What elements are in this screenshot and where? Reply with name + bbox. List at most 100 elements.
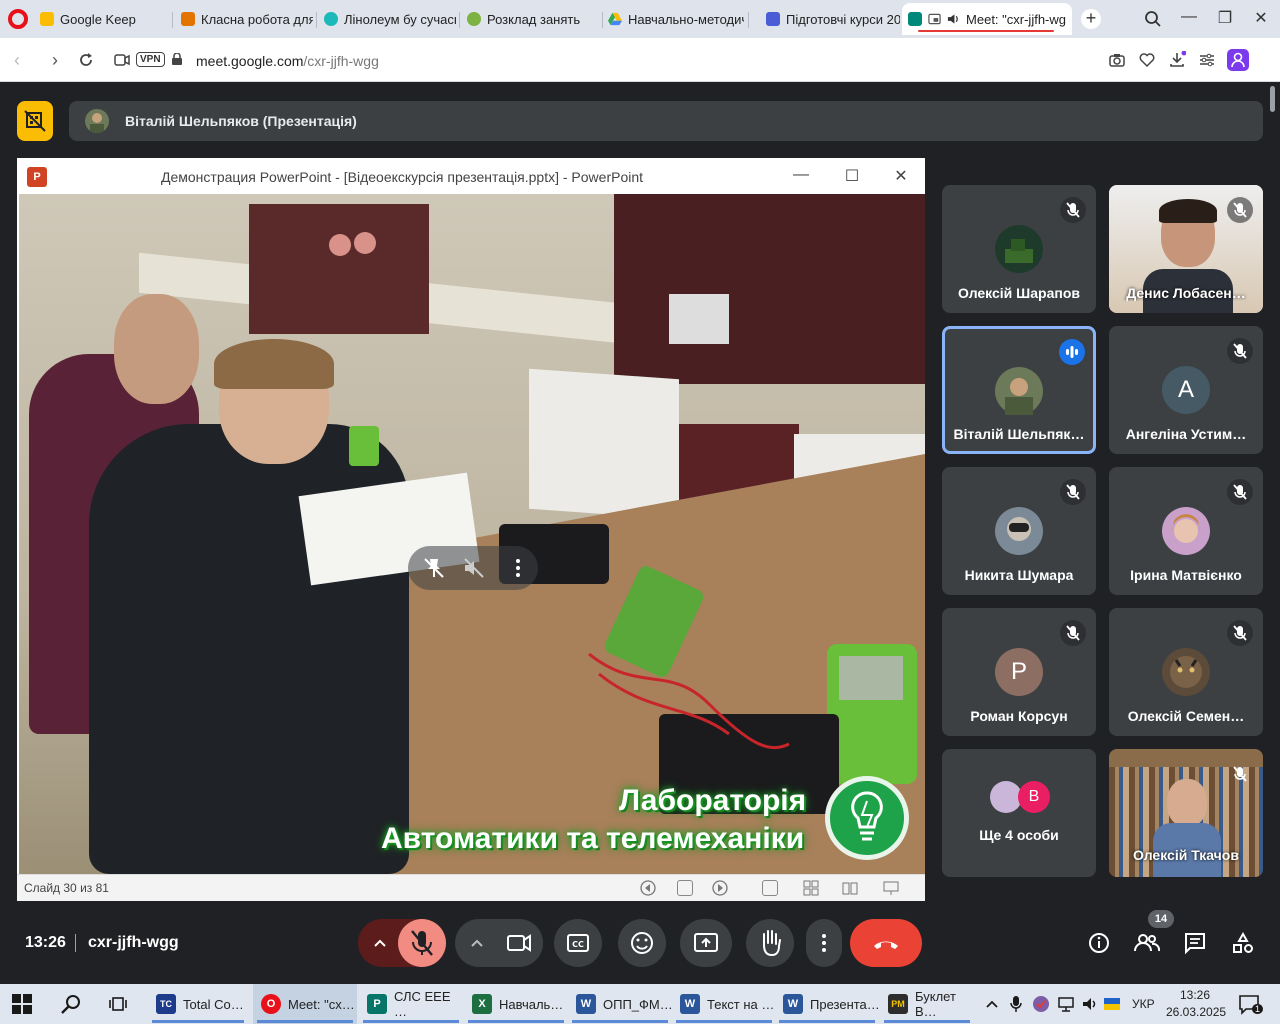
volume-icon[interactable] bbox=[1081, 995, 1099, 1013]
leave-call-button[interactable] bbox=[850, 919, 922, 967]
search-icon[interactable] bbox=[60, 993, 82, 1015]
network-icon[interactable] bbox=[1057, 995, 1075, 1013]
participant-name: Роман Корсун bbox=[970, 708, 1068, 724]
microphone-tray-icon[interactable] bbox=[1009, 995, 1023, 1013]
taskbar-item-word-opp[interactable]: W ОПП_ФМ… bbox=[568, 984, 673, 1024]
taskbar-item-publisher[interactable]: P СЛС ЕЕЕ … bbox=[359, 984, 463, 1024]
previous-slide-icon[interactable] bbox=[640, 880, 656, 896]
normal-view-icon[interactable] bbox=[762, 880, 778, 896]
browser-scrollbar[interactable] bbox=[1270, 86, 1275, 112]
present-now-button[interactable] bbox=[680, 919, 732, 967]
browser-tab-strip: Google Keep Класна робота для к Лінолеум… bbox=[0, 0, 1280, 38]
activities-icon[interactable] bbox=[1231, 931, 1255, 955]
reload-icon[interactable] bbox=[77, 51, 95, 69]
participant-tile[interactable]: А Ангеліна Устим… bbox=[1109, 326, 1263, 454]
tab-rozklad[interactable]: Розклад занять bbox=[461, 6, 599, 32]
next-slide-icon[interactable] bbox=[712, 880, 728, 896]
clock-time[interactable]: 13:26 bbox=[1180, 988, 1210, 1002]
participant-tile[interactable]: Олексій Семен… bbox=[1109, 608, 1263, 736]
close-window-button[interactable]: ✕ bbox=[1250, 8, 1272, 28]
lab-lamp bbox=[329, 234, 351, 256]
taskbar-item-label: Total Co… bbox=[183, 996, 244, 1012]
stop-presenting-tile-button[interactable] bbox=[17, 101, 53, 141]
tab-google-keep[interactable]: Google Keep bbox=[34, 6, 168, 32]
heart-icon[interactable] bbox=[1138, 51, 1156, 69]
vpn-badge[interactable]: VPN bbox=[136, 52, 165, 67]
participant-hair bbox=[1159, 199, 1217, 223]
participant-name: Віталій Шельпяк… bbox=[953, 426, 1085, 442]
participant-tile-speaking[interactable]: Віталій Шельпяк… bbox=[942, 326, 1096, 454]
mute-presentation-icon[interactable] bbox=[462, 556, 486, 580]
tab-linoleum[interactable]: Лінолеум бу сучасн bbox=[318, 6, 456, 32]
taskbar-item-excel[interactable]: X Навчаль… bbox=[464, 984, 568, 1024]
toggle-microphone-button[interactable] bbox=[398, 919, 446, 967]
ppt-close-button[interactable]: ✕ bbox=[889, 166, 913, 186]
toggle-camera-button[interactable] bbox=[495, 919, 543, 967]
running-indicator bbox=[363, 1020, 459, 1023]
taskbar-item-total-commander[interactable]: TC Total Co… bbox=[148, 984, 248, 1024]
slide-sorter-icon[interactable] bbox=[803, 880, 819, 896]
tab-meet-active[interactable]: Meet: "cxr-jjfh-wg bbox=[902, 3, 1072, 35]
taskbar-item-word-text[interactable]: W Текст на … bbox=[672, 984, 776, 1024]
more-options-icon[interactable] bbox=[506, 556, 530, 580]
forward-button[interactable]: › bbox=[44, 50, 66, 70]
chevron-up-icon[interactable] bbox=[372, 935, 388, 951]
svg-text:CC: CC bbox=[572, 940, 584, 949]
app-tray-icon[interactable] bbox=[1031, 994, 1051, 1014]
taskbar-item-opera-meet[interactable]: O Meet: "cx… bbox=[253, 984, 357, 1024]
chat-icon[interactable] bbox=[1183, 931, 1207, 955]
participant-tile[interactable]: Ірина Матвієнко bbox=[1109, 467, 1263, 595]
input-language[interactable]: УКР bbox=[1132, 997, 1155, 1011]
reading-view-icon[interactable] bbox=[842, 880, 858, 896]
taskbar-item-word-presentation[interactable]: W Презента… bbox=[775, 984, 880, 1024]
captions-button[interactable]: CC bbox=[554, 919, 602, 967]
new-tab-button[interactable]: + bbox=[1081, 9, 1101, 29]
download-icon[interactable] bbox=[1168, 51, 1186, 69]
easy-setup-icon[interactable] bbox=[1198, 51, 1216, 69]
opera-logo-icon[interactable] bbox=[8, 9, 28, 29]
url-field[interactable]: meet.google.com/cxr-jjfh-wgg bbox=[196, 53, 379, 69]
more-options-button[interactable] bbox=[806, 919, 842, 967]
chevron-up-icon[interactable] bbox=[469, 935, 485, 951]
camera-access-icon[interactable] bbox=[114, 53, 130, 67]
participant-tile[interactable]: Р Роман Корсун bbox=[942, 608, 1096, 736]
notification-count-badge: 1 bbox=[1252, 1004, 1264, 1014]
lock-icon[interactable] bbox=[172, 53, 182, 65]
ppt-minimize-button[interactable]: — bbox=[789, 166, 813, 184]
more-participants-label: Ще 4 особи bbox=[979, 827, 1059, 843]
emoji-reactions-button[interactable] bbox=[618, 919, 666, 967]
clock-date[interactable]: 26.03.2025 bbox=[1166, 1005, 1226, 1019]
address-bar: ‹ › VPN meet.google.com/cxr-jjfh-wgg bbox=[0, 38, 1280, 112]
lab-lamp bbox=[354, 232, 376, 254]
snapshot-camera-icon[interactable] bbox=[1108, 51, 1126, 69]
meeting-details-icon[interactable] bbox=[1087, 931, 1111, 955]
restore-window-icon[interactable]: ❐ bbox=[1214, 8, 1236, 28]
tab-navchalno[interactable]: Навчально-методич bbox=[602, 6, 744, 32]
profile-avatar-icon[interactable] bbox=[1227, 49, 1249, 71]
unpin-icon[interactable] bbox=[422, 556, 446, 580]
ppt-status-bar: Слайд 30 из 81 bbox=[17, 874, 925, 901]
slide-menu-icon[interactable] bbox=[677, 880, 693, 896]
back-button[interactable]: ‹ bbox=[6, 50, 28, 70]
participant-tile[interactable]: Олексій Шарапов bbox=[942, 185, 1096, 313]
chevron-up-icon[interactable] bbox=[985, 998, 999, 1010]
participant-tile[interactable]: Денис Лобасен… bbox=[1109, 185, 1263, 313]
publisher-icon: P bbox=[367, 994, 387, 1014]
tab-pidhotovchi[interactable]: Підготовчі курси 20 bbox=[760, 6, 900, 32]
more-participants-tile[interactable]: В Ще 4 особи bbox=[942, 749, 1096, 877]
participant-tile[interactable]: Олексій Ткачов bbox=[1109, 749, 1263, 877]
speaker-icon[interactable] bbox=[947, 13, 960, 25]
windows-start-icon[interactable] bbox=[12, 994, 32, 1014]
taskbar-item-pagemaker[interactable]: PM Буклет В… bbox=[880, 984, 974, 1024]
people-icon[interactable] bbox=[1134, 931, 1160, 955]
tab-search-icon[interactable] bbox=[1144, 10, 1162, 28]
tab-klasna-robota[interactable]: Класна робота для к bbox=[175, 6, 313, 32]
participant-tile[interactable]: Никита Шумара bbox=[942, 467, 1096, 595]
picture-in-picture-icon[interactable] bbox=[928, 13, 941, 25]
ppt-maximize-icon[interactable]: ☐ bbox=[840, 166, 864, 186]
slide-show-icon[interactable] bbox=[883, 880, 899, 896]
minimize-window-button[interactable]: — bbox=[1178, 8, 1200, 26]
raise-hand-button[interactable] bbox=[746, 919, 794, 967]
task-view-icon[interactable] bbox=[108, 994, 128, 1014]
ukraine-flag-icon bbox=[1104, 998, 1120, 1010]
